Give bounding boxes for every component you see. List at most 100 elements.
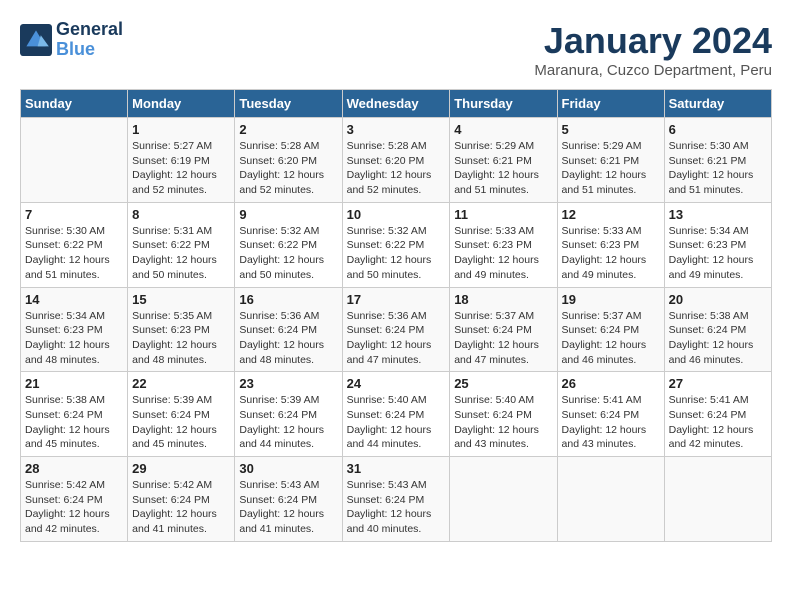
day-cell: 9 Sunrise: 5:32 AM Sunset: 6:22 PM Daylig…: [235, 202, 342, 287]
day-cell: 17 Sunrise: 5:36 AM Sunset: 6:24 PM Dayli…: [342, 287, 450, 372]
day-cell: 4Sunrise: 5:29 AM Sunset: 6:21 PM Daylig…: [450, 118, 557, 203]
calendar-table: SundayMondayTuesdayWednesdayThursdayFrid…: [20, 89, 772, 542]
day-info: Sunrise: 5:37 AM Sunset: 6:24 PM Dayligh…: [454, 309, 552, 368]
day-info: Sunrise: 5:40 AM Sunset: 6:24 PM Dayligh…: [454, 393, 552, 452]
day-info: Sunrise: 5:36 AM Sunset: 6:24 PM Dayligh…: [239, 309, 337, 368]
day-cell: 31Sunrise: 5:43 AM Sunset: 6:24 PM Dayli…: [342, 457, 450, 542]
header-cell-wednesday: Wednesday: [342, 90, 450, 118]
day-info: Sunrise: 5:38 AM Sunset: 6:24 PM Dayligh…: [25, 393, 123, 452]
day-cell: 3 Sunrise: 5:28 AM Sunset: 6:20 PM Daylig…: [342, 118, 450, 203]
day-number: 14: [25, 292, 123, 307]
day-number: 11: [454, 207, 552, 222]
logo-line2: Blue: [56, 40, 123, 60]
day-cell: 19 Sunrise: 5:37 AM Sunset: 6:24 PM Dayli…: [557, 287, 664, 372]
day-cell: 25 Sunrise: 5:40 AM Sunset: 6:24 PM Dayli…: [450, 372, 557, 457]
day-cell: 28Sunrise: 5:42 AM Sunset: 6:24 PM Dayli…: [21, 457, 128, 542]
day-info: Sunrise: 5:39 AM Sunset: 6:24 PM Dayligh…: [239, 393, 337, 452]
day-cell: 30 Sunrise: 5:43 AM Sunset: 6:24 PM Dayli…: [235, 457, 342, 542]
logo-line1: General: [56, 20, 123, 40]
day-info: Sunrise: 5:29 AM Sunset: 6:21 PM Dayligh…: [562, 139, 660, 198]
day-cell: 24 Sunrise: 5:40 AM Sunset: 6:24 PM Dayli…: [342, 372, 450, 457]
day-cell: 7 Sunrise: 5:30 AM Sunset: 6:22 PM Daylig…: [21, 202, 128, 287]
day-info: Sunrise: 5:36 AM Sunset: 6:24 PM Dayligh…: [347, 309, 446, 368]
day-info: Sunrise: 5:34 AM Sunset: 6:23 PM Dayligh…: [25, 309, 123, 368]
day-info: Sunrise: 5:28 AM Sunset: 6:20 PM Dayligh…: [239, 139, 337, 198]
header-row: SundayMondayTuesdayWednesdayThursdayFrid…: [21, 90, 772, 118]
day-info: Sunrise: 5:35 AM Sunset: 6:23 PM Dayligh…: [132, 309, 230, 368]
day-cell: 11 Sunrise: 5:33 AM Sunset: 6:23 PM Dayli…: [450, 202, 557, 287]
day-info: Sunrise: 5:40 AM Sunset: 6:24 PM Dayligh…: [347, 393, 446, 452]
day-cell: 26Sunrise: 5:41 AM Sunset: 6:24 PM Dayli…: [557, 372, 664, 457]
day-info: Sunrise: 5:30 AM Sunset: 6:21 PM Dayligh…: [669, 139, 767, 198]
day-cell: 1Sunrise: 5:27 AM Sunset: 6:19 PM Daylig…: [128, 118, 235, 203]
day-info: Sunrise: 5:41 AM Sunset: 6:24 PM Dayligh…: [669, 393, 767, 452]
day-info: Sunrise: 5:41 AM Sunset: 6:24 PM Dayligh…: [562, 393, 660, 452]
day-number: 7: [25, 207, 123, 222]
day-info: Sunrise: 5:33 AM Sunset: 6:23 PM Dayligh…: [454, 224, 552, 283]
day-cell: 16 Sunrise: 5:36 AM Sunset: 6:24 PM Dayli…: [235, 287, 342, 372]
day-cell: 27 Sunrise: 5:41 AM Sunset: 6:24 PM Dayli…: [664, 372, 771, 457]
day-number: 12: [562, 207, 660, 222]
day-number: 5: [562, 122, 660, 137]
day-number: 16: [239, 292, 337, 307]
day-number: 17: [347, 292, 446, 307]
day-number: 9: [239, 207, 337, 222]
header-cell-tuesday: Tuesday: [235, 90, 342, 118]
header-cell-saturday: Saturday: [664, 90, 771, 118]
week-row-2: 14 Sunrise: 5:34 AM Sunset: 6:23 PM Dayli…: [21, 287, 772, 372]
subtitle: Maranura, Cuzco Department, Peru: [534, 62, 772, 79]
page-header: General Blue January 2024 Maranura, Cuzc…: [20, 20, 772, 79]
day-info: Sunrise: 5:32 AM Sunset: 6:22 PM Dayligh…: [347, 224, 446, 283]
day-number: 20: [669, 292, 767, 307]
day-number: 22: [132, 376, 230, 391]
week-row-3: 21 Sunrise: 5:38 AM Sunset: 6:24 PM Dayli…: [21, 372, 772, 457]
day-info: Sunrise: 5:34 AM Sunset: 6:23 PM Dayligh…: [669, 224, 767, 283]
day-number: 30: [239, 461, 337, 476]
day-info: Sunrise: 5:43 AM Sunset: 6:24 PM Dayligh…: [239, 478, 337, 537]
day-number: 21: [25, 376, 123, 391]
day-info: Sunrise: 5:37 AM Sunset: 6:24 PM Dayligh…: [562, 309, 660, 368]
day-info: Sunrise: 5:30 AM Sunset: 6:22 PM Dayligh…: [25, 224, 123, 283]
logo-icon: [20, 24, 52, 56]
month-title: January 2024: [534, 20, 772, 62]
day-cell: 10 Sunrise: 5:32 AM Sunset: 6:22 PM Dayli…: [342, 202, 450, 287]
day-number: 18: [454, 292, 552, 307]
day-number: 4: [454, 122, 552, 137]
day-cell: 29Sunrise: 5:42 AM Sunset: 6:24 PM Dayli…: [128, 457, 235, 542]
day-number: 2: [239, 122, 337, 137]
day-number: 13: [669, 207, 767, 222]
day-cell: 22 Sunrise: 5:39 AM Sunset: 6:24 PM Dayli…: [128, 372, 235, 457]
day-cell: 23 Sunrise: 5:39 AM Sunset: 6:24 PM Dayli…: [235, 372, 342, 457]
day-number: 19: [562, 292, 660, 307]
day-info: Sunrise: 5:39 AM Sunset: 6:24 PM Dayligh…: [132, 393, 230, 452]
title-block: January 2024 Maranura, Cuzco Department,…: [534, 20, 772, 79]
header-cell-monday: Monday: [128, 90, 235, 118]
day-number: 1: [132, 122, 230, 137]
day-cell: 13 Sunrise: 5:34 AM Sunset: 6:23 PM Dayli…: [664, 202, 771, 287]
header-cell-thursday: Thursday: [450, 90, 557, 118]
day-cell: [21, 118, 128, 203]
day-number: 10: [347, 207, 446, 222]
day-cell: [664, 457, 771, 542]
day-number: 25: [454, 376, 552, 391]
day-number: 24: [347, 376, 446, 391]
header-cell-friday: Friday: [557, 90, 664, 118]
day-number: 27: [669, 376, 767, 391]
day-info: Sunrise: 5:28 AM Sunset: 6:20 PM Dayligh…: [347, 139, 446, 198]
day-cell: 15Sunrise: 5:35 AM Sunset: 6:23 PM Dayli…: [128, 287, 235, 372]
week-row-4: 28Sunrise: 5:42 AM Sunset: 6:24 PM Dayli…: [21, 457, 772, 542]
header-cell-sunday: Sunday: [21, 90, 128, 118]
day-info: Sunrise: 5:33 AM Sunset: 6:23 PM Dayligh…: [562, 224, 660, 283]
logo: General Blue: [20, 20, 123, 60]
day-info: Sunrise: 5:43 AM Sunset: 6:24 PM Dayligh…: [347, 478, 446, 537]
day-info: Sunrise: 5:42 AM Sunset: 6:24 PM Dayligh…: [132, 478, 230, 537]
day-number: 6: [669, 122, 767, 137]
day-number: 3: [347, 122, 446, 137]
day-cell: 12 Sunrise: 5:33 AM Sunset: 6:23 PM Dayli…: [557, 202, 664, 287]
day-info: Sunrise: 5:32 AM Sunset: 6:22 PM Dayligh…: [239, 224, 337, 283]
day-cell: 20Sunrise: 5:38 AM Sunset: 6:24 PM Dayli…: [664, 287, 771, 372]
day-cell: 18 Sunrise: 5:37 AM Sunset: 6:24 PM Dayli…: [450, 287, 557, 372]
day-number: 23: [239, 376, 337, 391]
day-number: 8: [132, 207, 230, 222]
day-info: Sunrise: 5:42 AM Sunset: 6:24 PM Dayligh…: [25, 478, 123, 537]
